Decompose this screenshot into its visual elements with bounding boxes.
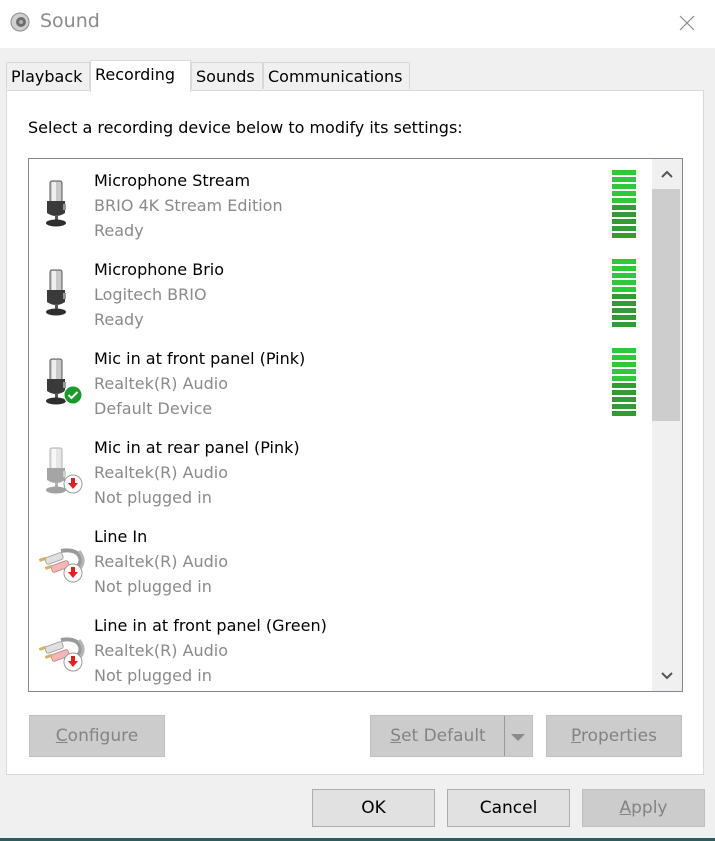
level-meter-segment (612, 259, 636, 264)
unplugged-icon (63, 474, 83, 494)
microphone-icon (46, 269, 66, 316)
level-meter-segment (612, 390, 636, 395)
level-meter-segment (612, 376, 636, 381)
device-list[interactable]: Microphone Stream BRIO 4K Stream Edition R… (28, 158, 683, 692)
scroll-up-button[interactable] (652, 159, 682, 189)
device-name: Microphone Brio (94, 260, 225, 279)
level-meter-segment (612, 355, 636, 360)
device-list-item[interactable]: Line in at front panel (Green) Realtek(R)… (29, 604, 649, 691)
speaker-icon (10, 12, 30, 32)
tab-communications[interactable]: Communications (263, 62, 410, 89)
level-meter-segment (612, 308, 636, 313)
level-meter-segment (612, 205, 636, 210)
device-driver: Realtek(R) Audio (94, 374, 229, 393)
level-meter-segment (612, 383, 636, 388)
unplugged-icon (63, 563, 83, 583)
ok-button[interactable]: OK (312, 789, 435, 827)
apply-mnemonic: A (619, 798, 632, 818)
device-status: Not plugged in (94, 488, 212, 507)
device-list-item[interactable]: Mic in at front panel (Pink) Realtek(R) A… (29, 337, 649, 426)
device-status: Ready (94, 221, 144, 240)
device-driver: Realtek(R) Audio (94, 641, 229, 660)
window-title: Sound (40, 10, 100, 32)
configure-mnemonic: C (55, 726, 68, 746)
device-list-item[interactable]: Microphone Brio Logitech BRIO Ready (29, 248, 649, 337)
device-list-item[interactable]: Microphone Stream BRIO 4K Stream Edition R… (29, 159, 649, 248)
tab-recording[interactable]: Recording (90, 60, 191, 92)
scroll-thumb[interactable] (652, 189, 680, 421)
device-status: Default Device (94, 399, 213, 418)
level-meter-segment (612, 273, 636, 278)
device-list-item[interactable]: Line In Realtek(R) Audio Not plugged in (29, 515, 649, 604)
apply-button[interactable]: Apply (582, 789, 705, 827)
default-check-icon (63, 385, 83, 405)
set-default-label: et Default (401, 726, 486, 746)
device-list-item[interactable]: Mic in at rear panel (Pink) Realtek(R) Au… (29, 426, 649, 515)
set-default-mnemonic: S (390, 726, 402, 746)
level-meter-segment (612, 170, 636, 175)
cancel-button[interactable]: Cancel (447, 789, 570, 827)
device-driver: Realtek(R) Audio (94, 552, 229, 571)
level-meter-segment (612, 191, 636, 196)
tab-sounds[interactable]: Sounds (191, 62, 263, 89)
set-default-button[interactable]: Set Default (371, 716, 505, 756)
properties-label: roperties (580, 726, 657, 746)
device-name: Line in at front panel (Green) (94, 616, 327, 635)
level-meter-segment (612, 348, 636, 353)
device-name: Line In (94, 527, 148, 546)
device-name: Mic in at front panel (Pink) (94, 349, 306, 368)
set-default-split-button[interactable]: Set Default (370, 715, 533, 757)
level-meter-segment (612, 315, 636, 320)
level-meter-segment (612, 397, 636, 402)
properties-mnemonic: P (571, 726, 581, 746)
device-name: Microphone Stream (94, 171, 251, 190)
level-meter-segment (612, 219, 636, 224)
level-meter-segment (612, 233, 636, 238)
close-icon (679, 15, 695, 31)
level-meter-segment (612, 198, 636, 203)
device-status: Ready (94, 310, 144, 329)
level-meter-segment (612, 404, 636, 409)
title-bar: Sound (0, 0, 715, 48)
device-status: Not plugged in (94, 666, 212, 685)
close-button[interactable] (670, 6, 704, 40)
level-meter-segment (612, 411, 636, 416)
level-meter-segment (612, 184, 636, 189)
device-name: Mic in at rear panel (Pink) (94, 438, 300, 457)
instruction-text: Select a recording device below to modif… (28, 118, 463, 137)
level-meter (612, 348, 636, 418)
level-meter-segment (612, 322, 636, 327)
unplugged-icon (63, 652, 83, 672)
device-status: Not plugged in (94, 577, 212, 596)
microphone-icon (46, 180, 66, 227)
device-driver: Logitech BRIO (94, 285, 207, 304)
level-meter (612, 170, 636, 240)
level-meter-segment (612, 226, 636, 231)
chevron-up-icon (661, 170, 673, 178)
vertical-scrollbar[interactable] (652, 159, 682, 691)
level-meter-segment (612, 212, 636, 217)
level-meter-segment (612, 287, 636, 292)
configure-label: onfigure (67, 726, 139, 746)
apply-label: pply (631, 798, 668, 818)
level-meter-segment (612, 369, 636, 374)
level-meter-segment (612, 362, 636, 367)
level-meter (612, 259, 636, 329)
level-meter-segment (612, 266, 636, 271)
chevron-down-icon (661, 672, 673, 680)
level-meter-segment (612, 301, 636, 306)
device-driver: Realtek(R) Audio (94, 463, 229, 482)
scroll-down-button[interactable] (652, 661, 682, 691)
tab-playback[interactable]: Playback (6, 62, 90, 89)
device-driver: BRIO 4K Stream Edition (94, 196, 283, 215)
set-default-dropdown[interactable] (504, 716, 532, 756)
level-meter-segment (612, 177, 636, 182)
properties-button[interactable]: Properties (546, 715, 682, 757)
configure-button[interactable]: Configure (29, 715, 165, 757)
level-meter-segment (612, 280, 636, 285)
level-meter-segment (612, 294, 636, 299)
triangle-down-icon (511, 734, 525, 741)
